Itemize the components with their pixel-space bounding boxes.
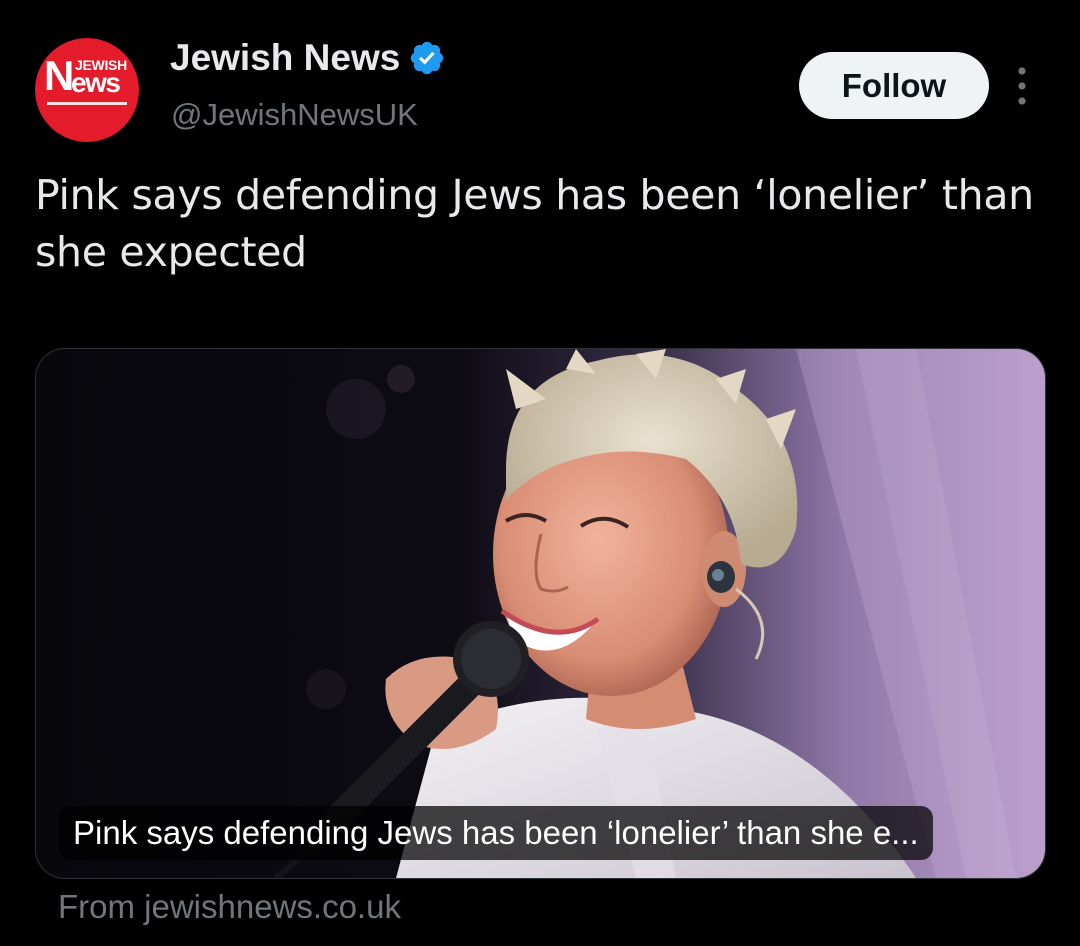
article-photo (36, 349, 1045, 878)
author-display-name[interactable]: Jewish News (170, 36, 446, 80)
follow-button[interactable]: Follow (799, 52, 989, 119)
author-handle[interactable]: @JewishNewsUK (171, 96, 418, 134)
tweet-text: Pink says defending Jews has been ‘lonel… (35, 171, 1034, 276)
author-avatar[interactable]: N JEWISH ews (35, 38, 139, 142)
author-name-text: Jewish News (170, 37, 401, 78)
card-caption: Pink says defending Jews has been ‘lonel… (59, 806, 933, 860)
avatar-logo-word: ews (71, 67, 121, 98)
avatar-logo-rule (47, 102, 127, 105)
verified-badge-icon (411, 41, 444, 75)
link-preview-card[interactable]: Pink says defending Jews has been ‘lonel… (35, 348, 1046, 879)
more-vertical-icon[interactable] (1009, 64, 1035, 108)
card-source-link[interactable]: From jewishnews.co.uk (58, 886, 401, 928)
avatar-logo-letter: N (44, 52, 74, 99)
